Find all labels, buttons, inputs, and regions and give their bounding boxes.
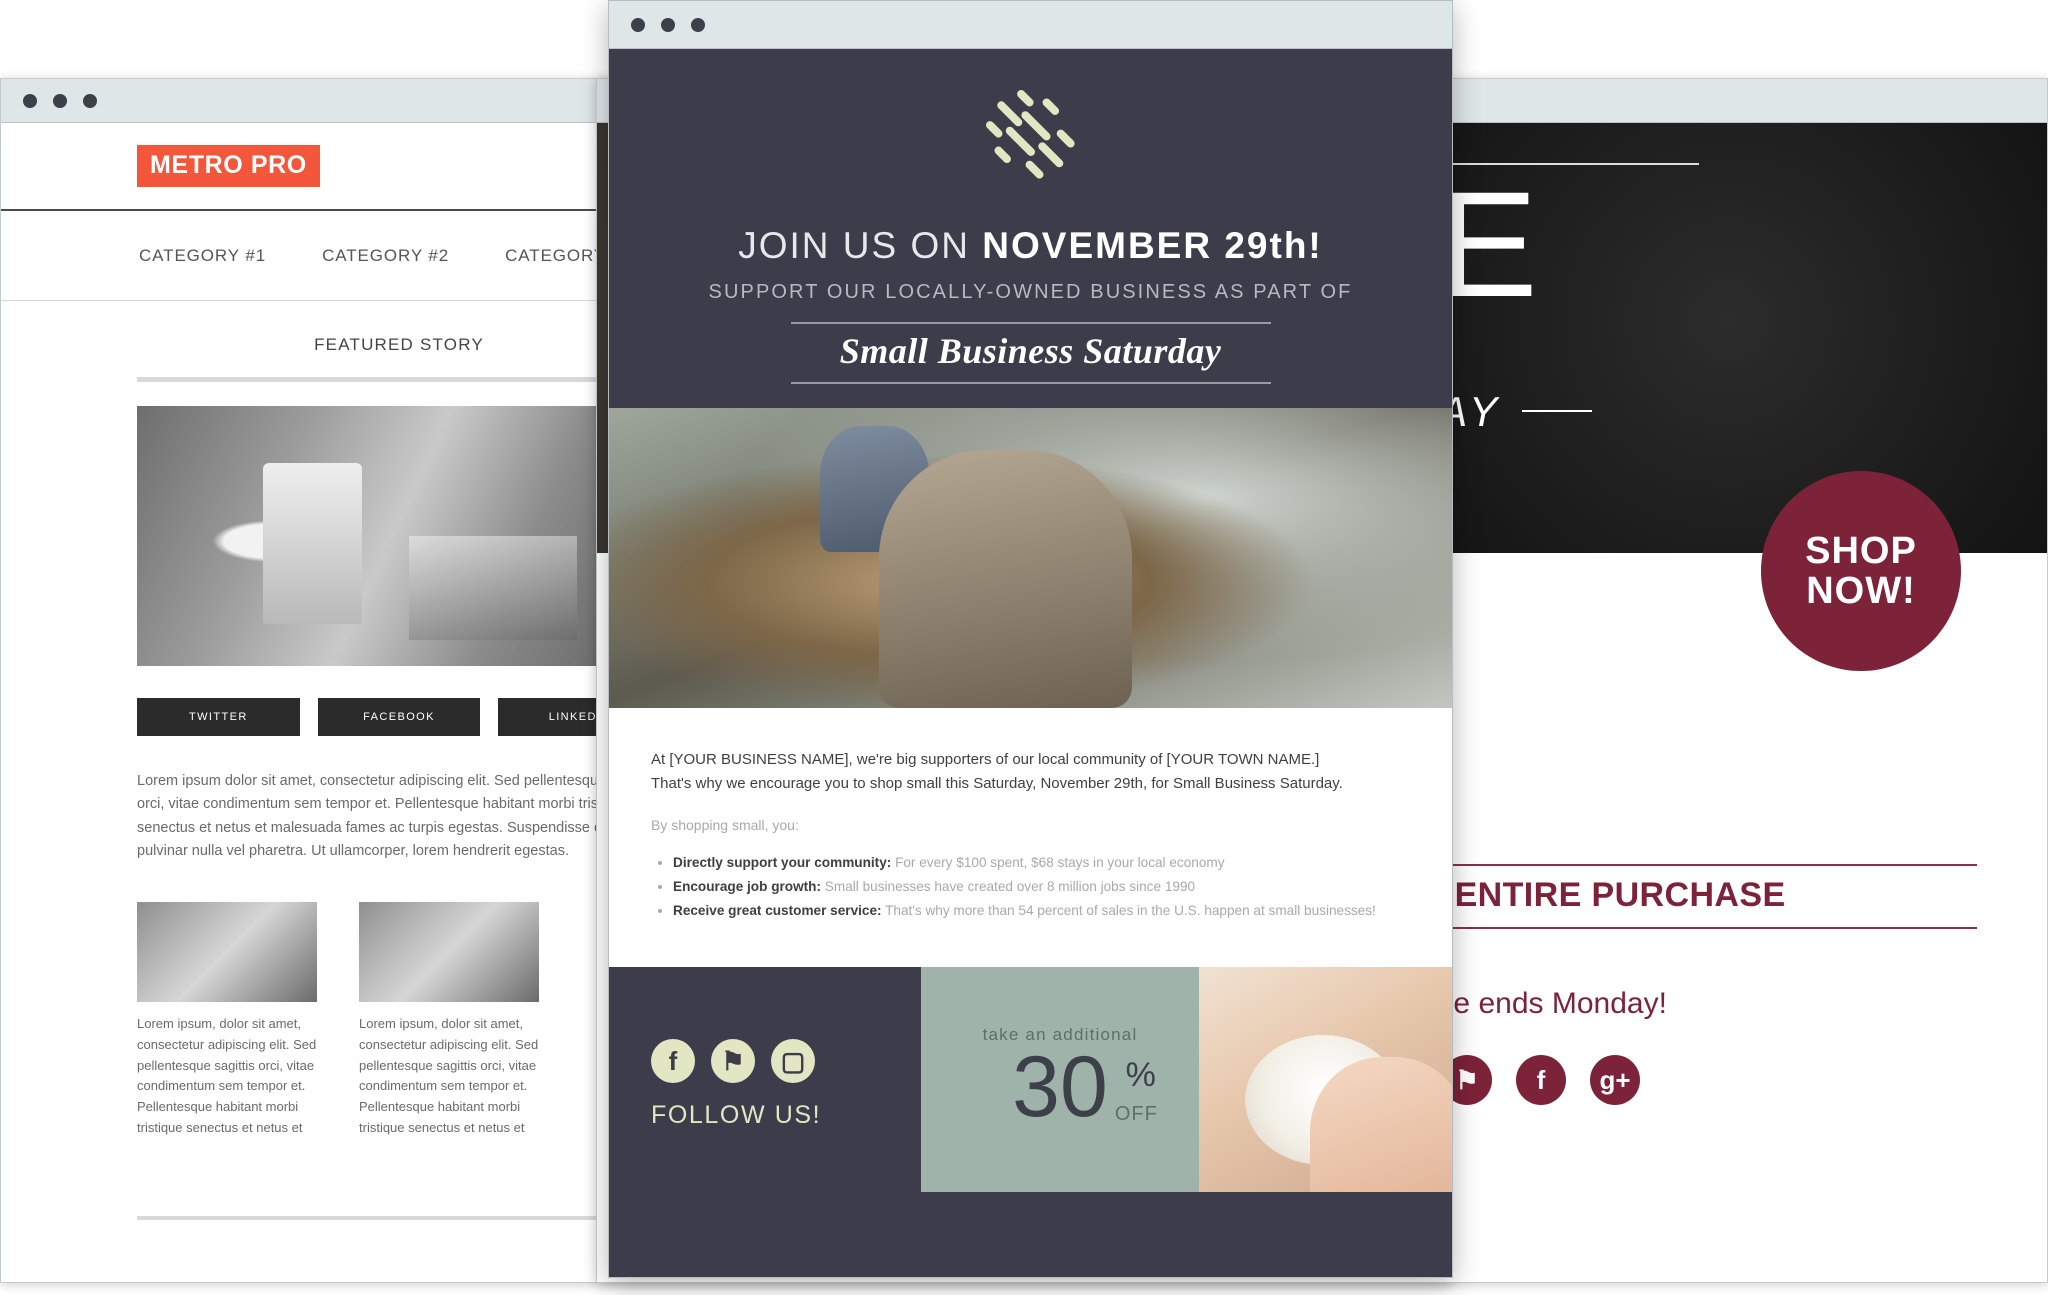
follow-us-label: FOLLOW US! <box>651 1101 822 1130</box>
instagram-icon[interactable]: ▢ <box>771 1039 815 1084</box>
thumbnail-text: Lorem ipsum, dolor sit amet, consectetur… <box>137 1015 317 1135</box>
thumbnail-image <box>359 901 539 1002</box>
nav-category-1[interactable]: CATEGORY #1 <box>139 246 266 266</box>
facebook-icon[interactable]: f <box>1516 1055 1566 1106</box>
sbs-title: JOIN US ON NOVEMBER 29th! <box>609 225 1452 267</box>
facebook-icon[interactable]: f <box>651 1039 695 1084</box>
window-maximize-dot[interactable] <box>691 17 705 32</box>
sbs-copy-block: At [YOUR BUSINESS NAME], we're big suppo… <box>609 708 1452 968</box>
sbs-lead-in: By shopping small, you: <box>651 816 799 833</box>
share-twitter-button[interactable]: TWITTER <box>137 698 300 736</box>
benefit-label: Encourage job growth: <box>673 878 822 894</box>
benefit-text: That's why more than 54 percent of sales… <box>881 902 1376 918</box>
photo-person-foreground <box>878 450 1132 708</box>
rule-right <box>1522 409 1593 412</box>
small-business-saturday-window[interactable]: JOIN US ON NOVEMBER 29th! SUPPORT OUR LO… <box>608 0 1453 1278</box>
benefit-item: Receive great customer service: That's w… <box>673 899 1410 923</box>
benefit-label: Directly support your community: <box>673 854 892 870</box>
sbs-title-light: JOIN US ON <box>738 225 983 266</box>
shop-now-button[interactable]: SHOP NOW! <box>1761 471 1961 671</box>
browser-chrome-center <box>609 1 1452 49</box>
nav-category-2[interactable]: CATEGORY #2 <box>322 246 449 266</box>
featured-story-heading: FEATURED STORY <box>314 335 484 354</box>
twitter-icon[interactable]: ⚑ <box>711 1039 755 1084</box>
thumbnail-item[interactable]: Lorem ipsum, dolor sit amet, consectetur… <box>359 901 539 1139</box>
shop-now-line1: SHOP <box>1805 529 1917 572</box>
benefit-text: Small businesses have created over 8 mil… <box>821 878 1196 894</box>
sbs-script-heading: Small Business Saturday <box>790 322 1271 384</box>
share-facebook-button[interactable]: FACEBOOK <box>317 698 481 736</box>
promo-percent-sign: % <box>1125 1056 1156 1095</box>
hand-shape <box>1310 1057 1452 1193</box>
screenshot-stage: METRO PRO CATEGORY #1 CATEGORY #2 CATEGO… <box>0 0 2048 1295</box>
footer-social-row: f ⚑ ▢ <box>651 1039 921 1084</box>
featured-story-body: Lorem ipsum dolor sit amet, consectetur … <box>137 773 656 860</box>
sbs-subtitle: SUPPORT OUR LOCALLY-OWNED BUSINESS AS PA… <box>708 281 1353 303</box>
benefit-item: Directly support your community: For eve… <box>673 851 1410 875</box>
window-minimize-dot[interactable] <box>661 17 675 32</box>
promo-panel: take an additional 30% OFF <box>920 967 1200 1193</box>
sbs-intro-line-1: At [YOUR BUSINESS NAME], we're big suppo… <box>651 751 1320 768</box>
shop-now-line2: NOW! <box>1806 570 1916 612</box>
sbs-header: JOIN US ON NOVEMBER 29th! SUPPORT OUR LO… <box>609 49 1452 408</box>
metro-pro-logo[interactable]: METRO PRO <box>137 145 320 187</box>
brand-mark-icon <box>979 83 1083 187</box>
thumbnail-row: Lorem ipsum, dolor sit amet, consectetur… <box>137 901 661 1139</box>
sbs-benefit-list: Directly support your community: For eve… <box>673 851 1410 924</box>
window-maximize-dot[interactable] <box>83 93 97 108</box>
thumbnail-image <box>137 901 317 1002</box>
benefit-item: Encourage job growth: Small businesses h… <box>673 875 1410 899</box>
sbs-page: JOIN US ON NOVEMBER 29th! SUPPORT OUR LO… <box>609 49 1452 1277</box>
promo-off-label: OFF <box>1114 1103 1158 1126</box>
benefit-label: Receive great customer service: <box>673 902 882 918</box>
promo-number-value: 30 <box>1012 1039 1108 1136</box>
sbs-intro-line-2: That's why we encourage you to shop smal… <box>651 775 1343 793</box>
benefit-text: For every $100 spent, $68 stays in your … <box>891 854 1225 870</box>
window-close-dot[interactable] <box>631 17 645 32</box>
googleplus-icon[interactable]: g+ <box>1590 1055 1640 1106</box>
follow-us-panel: f ⚑ ▢ FOLLOW US! <box>609 967 921 1193</box>
window-minimize-dot[interactable] <box>53 93 67 108</box>
thumbnail-text: Lorem ipsum, dolor sit amet, consectetur… <box>359 1015 539 1135</box>
featured-story-image <box>137 406 661 666</box>
metro-pro-main-column: FEATURED STORY TWITTER FACEBOOK LINKEDIN… <box>1 335 662 1282</box>
sbs-footer: f ⚑ ▢ FOLLOW US! take an additional 30% O… <box>609 967 1452 1193</box>
footer-photo <box>1199 967 1452 1193</box>
share-button-row: TWITTER FACEBOOK LINKEDIN <box>137 698 662 736</box>
window-close-dot[interactable] <box>23 93 37 108</box>
sbs-title-bold: NOVEMBER 29th! <box>982 225 1323 266</box>
heading-divider <box>137 377 661 382</box>
thumbnail-item[interactable]: Lorem ipsum, dolor sit amet, consectetur… <box>137 901 317 1139</box>
promo-number: 30% OFF <box>1012 1044 1157 1130</box>
sbs-hero-photo <box>609 408 1452 708</box>
